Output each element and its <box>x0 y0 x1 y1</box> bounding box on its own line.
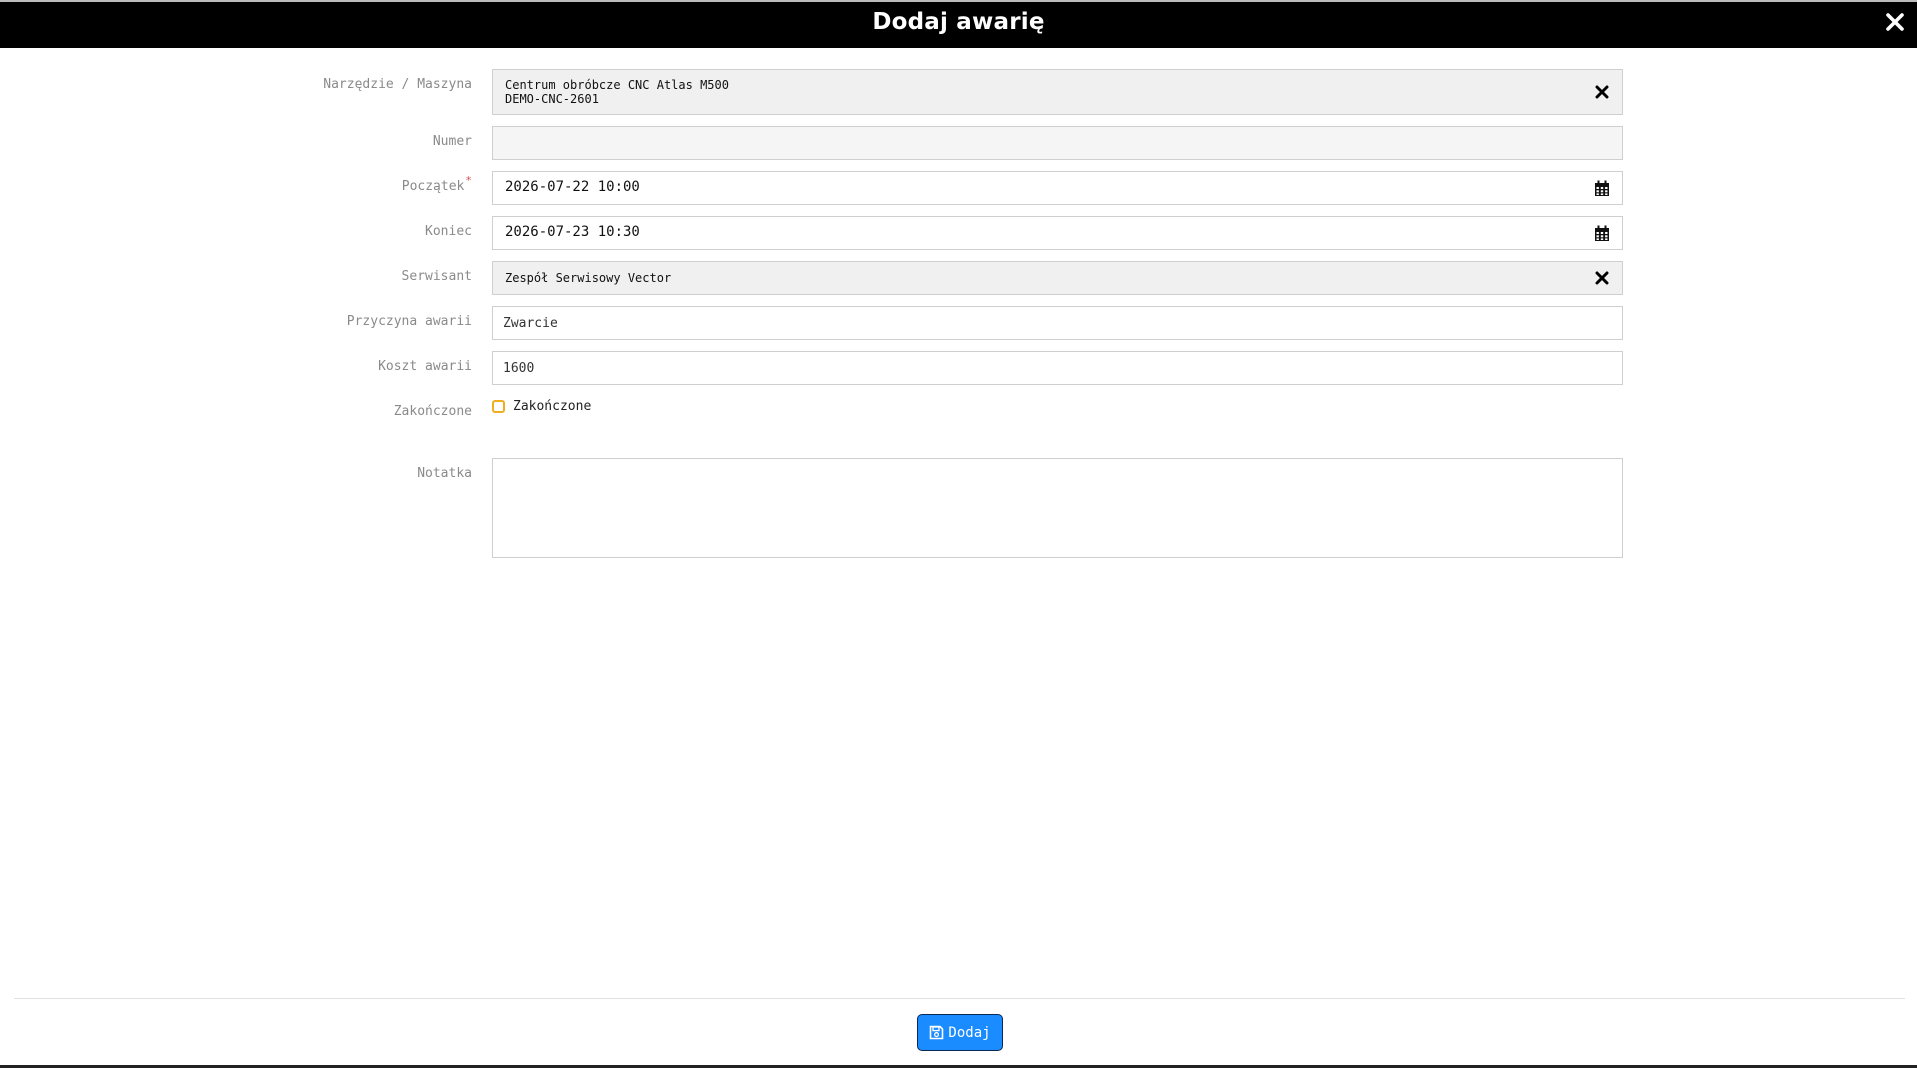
required-mark: * <box>465 174 472 187</box>
machine-name: Centrum obróbcze CNC Atlas M500 <box>505 78 729 92</box>
cost-label: Koszt awarii <box>378 359 472 374</box>
machine-code: DEMO-CNC-2601 <box>505 92 599 106</box>
cause-label: Przyczyna awarii <box>346 314 472 329</box>
completed-checkbox-label[interactable]: Zakończone <box>513 399 591 414</box>
clear-icon <box>1595 85 1609 99</box>
technician-select[interactable]: Zespół Serwisowy Vector <box>492 261 1623 295</box>
dialog-header: Dodaj awarię <box>0 0 1917 48</box>
calendar-icon <box>1595 225 1609 241</box>
machine-label: Narzędzie / Maszyna <box>323 77 472 92</box>
cost-field[interactable] <box>492 351 1623 385</box>
number-label: Numer <box>432 134 472 149</box>
end-calendar-button[interactable] <box>1592 223 1612 243</box>
close-icon <box>1886 13 1904 31</box>
dialog-title: Dodaj awarię <box>872 9 1045 35</box>
add-button[interactable]: Dodaj <box>917 1014 1003 1051</box>
technician-clear-button[interactable] <box>1592 268 1612 288</box>
save-icon <box>930 1025 944 1040</box>
close-button[interactable] <box>1877 4 1913 40</box>
end-datetime-value: 2026-07-23 10:30 <box>505 224 640 240</box>
completed-checkbox[interactable] <box>492 400 505 413</box>
note-label: Notatka <box>417 466 472 481</box>
start-label: Początek* <box>401 174 472 194</box>
start-datetime-field[interactable]: 2026-07-22 10:00 <box>492 171 1623 205</box>
end-datetime-field[interactable]: 2026-07-23 10:30 <box>492 216 1623 250</box>
start-label-text: Początek <box>401 179 465 194</box>
dialog: Dodaj awarię Narzędzie / Maszyna Centrum… <box>0 0 1917 1068</box>
calendar-icon <box>1595 180 1609 196</box>
machine-clear-button[interactable] <box>1592 82 1612 102</box>
number-input[interactable] <box>493 127 1622 159</box>
technician-label: Serwisant <box>401 269 472 284</box>
add-button-label: Dodaj <box>948 1024 991 1041</box>
number-field[interactable] <box>492 126 1623 160</box>
footer-divider <box>14 998 1905 999</box>
clear-icon <box>1595 271 1609 285</box>
machine-select[interactable]: Centrum obróbcze CNC Atlas M500 DEMO-CNC… <box>492 69 1623 115</box>
completed-label: Zakończone <box>393 404 472 419</box>
cause-input[interactable] <box>493 307 1622 339</box>
technician-value: Zespół Serwisowy Vector <box>505 271 672 285</box>
start-datetime-value: 2026-07-22 10:00 <box>505 179 640 195</box>
start-calendar-button[interactable] <box>1592 178 1612 198</box>
cause-field[interactable] <box>492 306 1623 340</box>
end-label: Koniec <box>425 224 472 239</box>
note-textarea[interactable] <box>492 458 1623 558</box>
cost-input[interactable] <box>493 352 1622 384</box>
completed-checkbox-group[interactable]: Zakończone <box>492 399 591 414</box>
